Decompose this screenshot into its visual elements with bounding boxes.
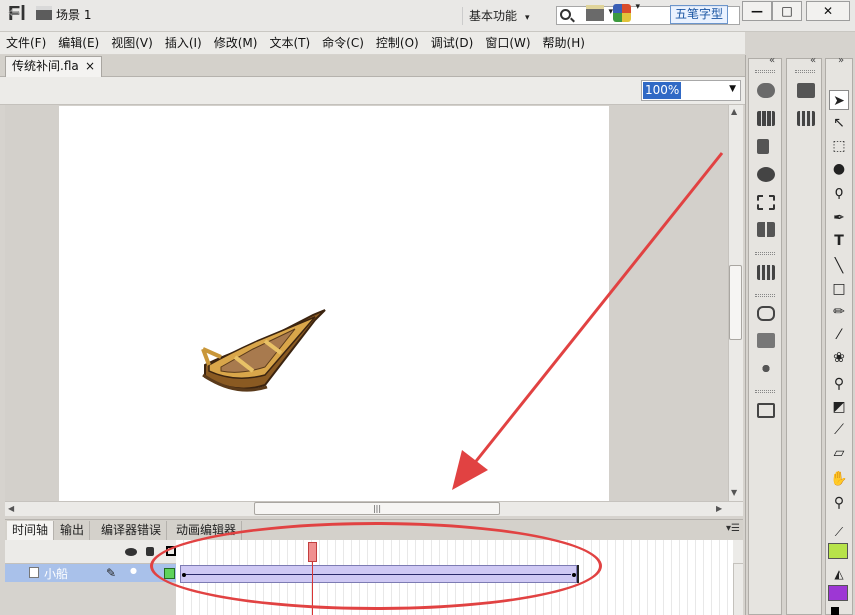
zoom-select[interactable]: 100% ▼ (641, 80, 741, 101)
tab-compiler-errors[interactable]: 编译器错误 (96, 521, 168, 541)
close-icon[interactable]: × (85, 57, 95, 76)
tab-timeline[interactable]: 时间轴 (7, 521, 55, 541)
panel-grip[interactable] (755, 252, 775, 255)
movie-explorer-icon[interactable] (757, 403, 775, 418)
close-button[interactable]: ✕ (806, 1, 850, 21)
components-icon[interactable] (757, 333, 775, 348)
menu-help[interactable]: 帮助(H) (537, 32, 591, 54)
line-tool-icon[interactable]: ╲ (829, 256, 849, 276)
pen-icon[interactable]: ✒ (829, 208, 849, 228)
menu-bar: 文件(F) 编辑(E) 视图(V) 插入(I) 修改(M) 文本(T) 命令(C) 控制(O)… (0, 32, 745, 54)
fill-color-icon: ◭ (834, 567, 844, 581)
document-tab[interactable]: 传统补间.fla × (5, 56, 102, 77)
eyedropper-icon[interactable]: ⟋ (829, 420, 849, 440)
menu-insert[interactable]: 插入(I) (159, 32, 208, 54)
actions-icon[interactable] (757, 306, 775, 321)
menu-modify[interactable]: 修改(M) (208, 32, 264, 54)
menu-window[interactable]: 窗口(W) (479, 32, 536, 54)
menu-commands[interactable]: 命令(C) (316, 32, 370, 54)
edit-bar (0, 77, 745, 105)
scene-label[interactable]: 场景 1 (56, 6, 91, 23)
edit-symbols-icon[interactable] (586, 5, 613, 21)
timeline-vertical-scrollbar[interactable] (733, 564, 743, 615)
collapse-icon[interactable]: « (769, 55, 775, 66)
back-arrow-icon[interactable]: ⇦ (8, 5, 20, 21)
maximize-button[interactable]: □ (772, 1, 802, 21)
info-icon[interactable] (757, 167, 775, 182)
scroll-right-icon[interactable]: ▶ (716, 504, 722, 513)
lock-icon[interactable] (146, 547, 154, 556)
behaviors-icon[interactable] (757, 361, 775, 376)
eraser-icon[interactable]: ▱ (829, 443, 849, 463)
search-icon (560, 9, 571, 20)
stroke-color-icon: ⟋ (834, 525, 844, 539)
layer-visibility-dot[interactable]: ● (130, 566, 137, 575)
panel-group-2 (786, 58, 822, 615)
menu-file[interactable]: 文件(F) (0, 32, 52, 54)
free-transform-icon[interactable]: ⬚ (829, 136, 849, 156)
zoom-value: 100% (643, 82, 682, 99)
pencil-icon: ✎ (106, 566, 117, 580)
document-tab-bar (0, 55, 745, 77)
layer-name[interactable]: 小船 (44, 565, 68, 582)
color-panel-icon[interactable] (757, 83, 775, 98)
3d-rotation-icon[interactable]: ● (829, 159, 849, 179)
panel-grip[interactable] (755, 294, 775, 297)
properties-icon[interactable] (797, 83, 815, 98)
panel-grip[interactable] (795, 70, 815, 73)
menu-text[interactable]: 文本(T) (263, 32, 316, 54)
menu-debug[interactable]: 调试(D) (425, 32, 480, 54)
eye-icon[interactable] (125, 548, 137, 556)
paint-bucket-icon[interactable]: ◩ (829, 397, 849, 417)
expand-icon[interactable]: » (838, 55, 844, 66)
scene-panel-icon[interactable] (757, 222, 775, 237)
black-white-icon[interactable] (831, 607, 839, 615)
minimize-button[interactable]: — (742, 1, 772, 21)
chevron-down-icon: ▼ (729, 84, 736, 94)
workspace-switcher[interactable]: 基本功能 ▾ (462, 7, 536, 25)
annotation-ellipse (150, 522, 602, 610)
boat-graphic[interactable] (195, 305, 331, 400)
text-tool-icon[interactable]: T (829, 231, 849, 251)
annotation-arrow (452, 152, 724, 490)
scroll-left-icon[interactable]: ◀ (8, 504, 14, 513)
transform-icon[interactable] (757, 195, 775, 210)
selection-tool-icon[interactable]: ➤ (829, 90, 849, 110)
menu-control[interactable]: 控制(O) (370, 32, 425, 54)
panel-grip[interactable] (755, 70, 775, 73)
pencil-tool-icon[interactable]: ✏ (829, 302, 849, 322)
panel-grip[interactable] (755, 390, 775, 393)
lasso-icon[interactable]: ϙ (829, 182, 849, 202)
panel-menu-icon[interactable]: ▾☰ (726, 523, 740, 534)
chevron-down-icon: ▾ (525, 13, 530, 23)
layer-type-icon (29, 567, 39, 578)
brush-tool-icon[interactable]: ⁄ (829, 325, 849, 345)
align-icon[interactable] (757, 139, 769, 154)
collapse-icon[interactable]: « (810, 55, 816, 66)
horizontal-scroll-thumb[interactable]: ||| (254, 502, 500, 515)
zoom-tool-icon[interactable]: ⚲ (829, 493, 849, 513)
workspace-label: 基本功能 (469, 9, 518, 23)
stroke-color-swatch[interactable] (828, 543, 848, 559)
document-tab-label: 传统补间.fla (12, 59, 79, 73)
library-icon[interactable] (757, 265, 775, 280)
tab-output[interactable]: 输出 (55, 521, 91, 541)
menu-view[interactable]: 视图(V) (105, 32, 159, 54)
scene-icon (36, 6, 52, 20)
deco-tool-icon[interactable]: ❀ (829, 348, 849, 368)
menu-edit[interactable]: 编辑(E) (52, 32, 105, 54)
scroll-up-icon[interactable]: ▲ (731, 107, 737, 116)
fill-color-swatch[interactable] (828, 585, 848, 601)
ime-watermark: 五笔字型 (670, 5, 729, 24)
library-icon[interactable] (797, 111, 815, 126)
rectangle-tool-icon[interactable]: □ (829, 279, 849, 299)
bone-tool-icon[interactable]: ⚲ (829, 374, 849, 394)
hand-tool-icon[interactable]: ✋ (829, 469, 849, 489)
subselection-tool-icon[interactable]: ↖ (829, 113, 849, 133)
swatches-icon[interactable] (757, 111, 775, 126)
edit-scene-icon[interactable] (613, 2, 640, 22)
